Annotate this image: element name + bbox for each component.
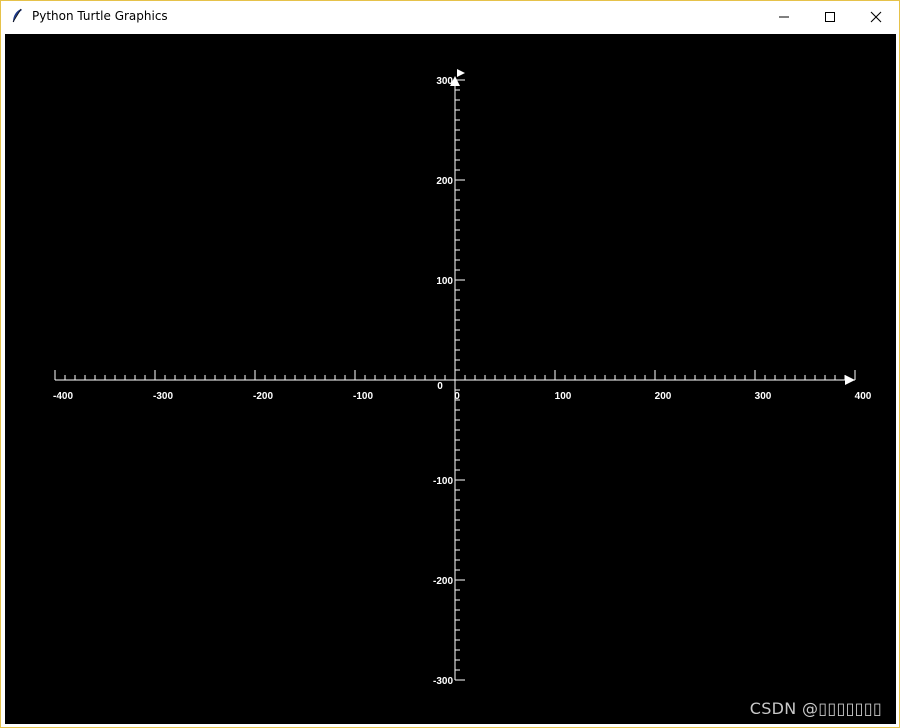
axes-plot: -400 -300 -200 -100 100 200 300 400300200100-10…: [53, 69, 872, 687]
y-tick-label: 200: [436, 176, 453, 187]
close-button[interactable]: [853, 1, 899, 32]
turtle-cursor: [457, 69, 465, 77]
window-title: Python Turtle Graphics: [32, 9, 168, 23]
x-tick-label: 200: [655, 391, 672, 402]
close-icon: [870, 11, 882, 23]
x-arrowhead: [845, 375, 855, 385]
maximize-button[interactable]: [807, 1, 853, 32]
y-tick-label: -200: [433, 576, 453, 587]
minimize-button[interactable]: [761, 1, 807, 32]
x-tick-label: -200: [253, 391, 273, 402]
x-tick-label: 300: [755, 391, 772, 402]
y-tick-label: 100: [436, 276, 453, 287]
watermark-text: CSDN @▯▯▯▯▯▯▯: [749, 699, 882, 718]
x-tick-label: -400: [53, 391, 73, 402]
y-tick-label: -100: [433, 476, 453, 487]
feather-icon: [12, 8, 22, 23]
x-tick-label: 100: [555, 391, 572, 402]
origin-label: 0: [437, 381, 443, 392]
turtle-canvas[interactable]: -400 -300 -200 -100 100 200 300 400 300 200 100 -10…: [5, 34, 896, 724]
x-tick-label: -100: [353, 391, 373, 402]
y-tick-label: -300: [433, 676, 453, 687]
minimize-icon: [779, 16, 789, 18]
maximize-icon: [825, 12, 835, 22]
title-bar[interactable]: Python Turtle Graphics: [1, 1, 899, 32]
origin-label: 0: [454, 391, 460, 402]
turtle-window: Python Turtle Graphics -400 -300 -200 -100 1…: [0, 0, 900, 728]
x-tick-label: 400: [855, 391, 872, 402]
x-tick-label: -300: [153, 391, 173, 402]
